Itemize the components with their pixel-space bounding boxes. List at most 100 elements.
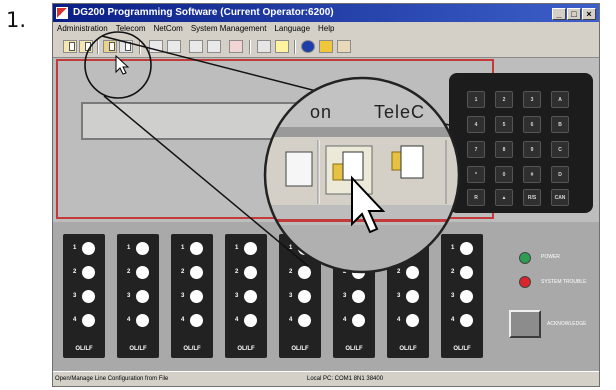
led-number: 1	[451, 245, 455, 251]
open-line-config-icon[interactable]	[103, 40, 117, 53]
menu-netcom[interactable]: NetCom	[149, 22, 186, 36]
loop-panel: 1 2 3 4 OL/LF 1 2 3 4 OL/LF 1 2 3 4 OL/L…	[53, 222, 599, 372]
telephone-icon[interactable]	[189, 40, 203, 53]
keypad-key[interactable]: 7	[467, 141, 485, 158]
loop-led	[352, 266, 365, 279]
keypad-key[interactable]: 0	[495, 166, 513, 183]
keypad-key[interactable]: 4	[467, 116, 485, 133]
keypad-key[interactable]: 8	[495, 141, 513, 158]
keypad-key[interactable]: 3	[523, 91, 541, 108]
keypad-key[interactable]: R/S	[523, 189, 541, 206]
open-config-icon[interactable]	[63, 40, 77, 53]
save-config-icon[interactable]	[79, 40, 93, 53]
led-number: 4	[343, 317, 347, 323]
led-number: 2	[127, 269, 131, 275]
led-number: 3	[289, 293, 293, 299]
loop-label: OL/LF	[75, 346, 93, 352]
keypad-key[interactable]: 9	[523, 141, 541, 158]
acknowledge-label: ACKNOWLEDGE	[547, 321, 587, 327]
loop-label: OL/LF	[399, 346, 417, 352]
close-button[interactable]: ×	[582, 8, 596, 20]
led-number: 1	[73, 245, 77, 251]
loop-led	[244, 290, 257, 303]
led-number: 4	[127, 317, 131, 323]
loop-led	[406, 266, 419, 279]
keypad-key[interactable]: #	[523, 166, 541, 183]
menu-telecom[interactable]: Telecom	[112, 22, 150, 36]
keypad-key[interactable]: CAN	[551, 189, 569, 206]
keypad-key[interactable]: ▲	[495, 189, 513, 206]
exit-icon[interactable]	[337, 40, 351, 53]
status-hint: Open/Manage Line Configuration from File	[55, 376, 169, 382]
loop-label: OL/LF	[237, 346, 255, 352]
keypad-key[interactable]: R	[467, 189, 485, 206]
printer-icon[interactable]	[149, 40, 163, 53]
loop-led	[82, 290, 95, 303]
loop-led	[298, 242, 311, 255]
power-label: POWER	[541, 254, 560, 260]
keypad-key[interactable]: 6	[523, 116, 541, 133]
toolbar-separator	[139, 40, 141, 54]
led-number: 3	[451, 293, 455, 299]
keypad-key[interactable]: A	[551, 91, 569, 108]
led-number: 2	[73, 269, 77, 275]
menu-language[interactable]: Language	[270, 22, 314, 36]
keypad-key[interactable]: C	[551, 141, 569, 158]
dialer-panel: 1 2 3 A 4 5 6 B 7 8 9 C * 0 # D R ▲ R/S …	[53, 58, 599, 222]
loop-column: 1 2 3 4 OL/LF	[225, 234, 267, 358]
led-number: 2	[181, 269, 185, 275]
loop-led	[244, 266, 257, 279]
keypad-key[interactable]: D	[551, 166, 569, 183]
loop-led	[406, 242, 419, 255]
menu-help[interactable]: Help	[314, 22, 338, 36]
toolbar-separator	[97, 40, 99, 54]
lightbulb-icon[interactable]	[275, 40, 289, 53]
operator-icon[interactable]	[319, 40, 333, 53]
keypad-key[interactable]: 2	[495, 91, 513, 108]
loop-led	[460, 314, 473, 327]
led-number: 4	[451, 317, 455, 323]
loop-led	[190, 314, 203, 327]
keypad-key[interactable]: B	[551, 116, 569, 133]
loop-label: OL/LF	[345, 346, 363, 352]
toolbar	[53, 36, 599, 58]
screen-icon[interactable]	[257, 40, 271, 53]
led-number: 4	[181, 317, 185, 323]
led-number: 2	[397, 269, 401, 275]
led-number: 4	[289, 317, 293, 323]
menu-system-management[interactable]: System Management	[187, 22, 271, 36]
loop-led	[244, 314, 257, 327]
loop-led	[82, 314, 95, 327]
loop-label: OL/LF	[129, 346, 147, 352]
keypad-key[interactable]: *	[467, 166, 485, 183]
connect-icon[interactable]	[207, 40, 221, 53]
save-line-config-icon[interactable]	[119, 40, 133, 53]
loop-led	[298, 266, 311, 279]
info-icon[interactable]	[301, 40, 315, 53]
loop-led	[190, 290, 203, 303]
loop-label: OL/LF	[183, 346, 201, 352]
led-number: 1	[397, 245, 401, 251]
minimize-button[interactable]: _	[552, 8, 566, 20]
keypad-key[interactable]: 5	[495, 116, 513, 133]
loop-column: 1 2 3 4 OL/LF	[171, 234, 213, 358]
loop-led	[298, 290, 311, 303]
loop-led	[352, 314, 365, 327]
loop-label: OL/LF	[453, 346, 471, 352]
alarm-icon[interactable]	[229, 40, 243, 53]
loop-led	[82, 242, 95, 255]
zoom-lcd-text-left: on	[310, 102, 333, 122]
acknowledge-button[interactable]	[509, 310, 541, 338]
app-icon	[56, 7, 68, 19]
menu-administration[interactable]: Administration	[53, 22, 112, 36]
keypad-key[interactable]: 1	[467, 91, 485, 108]
led-number: 3	[343, 293, 347, 299]
maximize-button[interactable]: □	[567, 8, 581, 20]
led-number: 3	[181, 293, 185, 299]
status-bar: Open/Manage Line Configuration from File…	[53, 371, 599, 386]
loop-led	[82, 266, 95, 279]
loop-led	[190, 242, 203, 255]
toolbar-separator	[294, 40, 296, 54]
loop-column: 1 2 3 4 OL/LF	[387, 234, 429, 358]
print-preview-icon[interactable]	[167, 40, 181, 53]
